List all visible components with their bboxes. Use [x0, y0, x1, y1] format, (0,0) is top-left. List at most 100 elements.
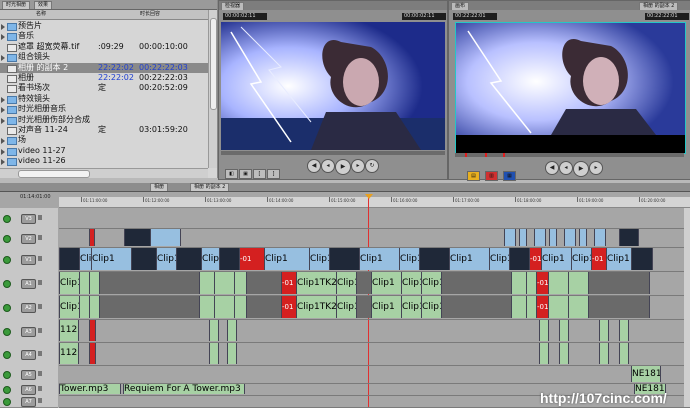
viewer-mark-clip-button[interactable]: ▣: [239, 169, 252, 179]
disclosure-triangle-icon[interactable]: [1, 24, 5, 30]
track-visibility-icon[interactable]: [3, 280, 11, 288]
marker-clip[interactable]: [89, 343, 96, 364]
video-thumbnail[interactable]: [631, 248, 653, 270]
column-duration[interactable]: 时长回容: [140, 10, 160, 19]
video-thumbnail[interactable]: [131, 248, 158, 270]
tab-effects[interactable]: 效果: [34, 1, 53, 9]
audio-clip[interactable]: Clip1: [401, 272, 423, 294]
viewer-mark-out-button[interactable]: ]: [267, 169, 280, 179]
audio-clip[interactable]: [588, 296, 650, 318]
audio-clip[interactable]: [548, 272, 570, 294]
browser-row[interactable]: 特效镜头: [0, 94, 208, 104]
disclosure-triangle-icon[interactable]: [1, 159, 5, 166]
track-label[interactable]: A2: [21, 303, 36, 313]
canvas-play-icon[interactable]: ▶: [573, 161, 589, 177]
audio-clip[interactable]: [619, 320, 629, 341]
video-clip[interactable]: Clip1: [399, 248, 421, 270]
canvas-overwrite-button[interactable]: ▥: [485, 171, 498, 181]
video-clip[interactable]: Clip1: [606, 248, 633, 270]
audio-clip[interactable]: Clip1: [336, 296, 358, 318]
viewer-mark-in-button[interactable]: [: [253, 169, 266, 179]
track-label[interactable]: A3: [21, 326, 36, 337]
audio-clip[interactable]: [588, 272, 650, 294]
audio-clip[interactable]: [559, 343, 569, 364]
video-thumbnail[interactable]: [419, 248, 451, 270]
track-lock-icon[interactable]: [38, 350, 42, 356]
tab-project[interactable]: 时光相册: [2, 1, 31, 9]
browser-row[interactable]: 预告片: [0, 21, 208, 31]
video-clip[interactable]: Clip1: [201, 248, 221, 270]
audio-clip[interactable]: [227, 320, 237, 341]
audio-clip[interactable]: [548, 296, 570, 318]
audio-clip[interactable]: [99, 296, 201, 318]
disclosure-triangle-icon[interactable]: [1, 107, 5, 114]
video-clip[interactable]: Clip1: [264, 248, 311, 270]
audio-clip[interactable]: [99, 272, 201, 294]
canvas-play-in-out-icon[interactable]: ◀: [545, 161, 559, 175]
video-thumbnail[interactable]: [59, 248, 81, 270]
disclosure-triangle-icon[interactable]: [1, 55, 5, 62]
tab-viewer[interactable]: 检视器: [221, 2, 245, 10]
track-visibility-icon[interactable]: [3, 304, 11, 312]
track-visibility-icon[interactable]: [3, 215, 11, 223]
track-visibility-icon[interactable]: [3, 350, 11, 359]
browser-row[interactable]: 相册 22:22:02 00:22:22:03: [0, 73, 208, 83]
canvas-scrubber[interactable]: [455, 153, 684, 157]
audio-clip[interactable]: Clip1TK2S0: [296, 272, 338, 294]
viewer-play-in-out-icon[interactable]: ◀: [307, 159, 321, 173]
track-label[interactable]: A5: [21, 370, 36, 380]
video-thumbnail[interactable]: [176, 248, 203, 270]
canvas-replace-button[interactable]: ▦: [503, 171, 516, 181]
tab-timeline-sequence[interactable]: 相册: [150, 183, 169, 191]
audio-clip[interactable]: 112: [59, 320, 79, 341]
audio-clip[interactable]: [214, 272, 236, 294]
timeline-ruler[interactable]: 01:11:00:00 01:12:00:00 01:13:00:00 01:14:0…: [59, 197, 690, 208]
audio-clip[interactable]: [619, 343, 629, 364]
video-thumbnail[interactable]: [124, 229, 151, 246]
audio-clip[interactable]: Tower.mp3: [59, 384, 121, 394]
browser-row[interactable]: 时光相册音乐: [0, 104, 208, 115]
canvas-prev-frame-icon[interactable]: ◂: [559, 161, 573, 175]
video-clip[interactable]: [519, 229, 527, 246]
track-visibility-icon[interactable]: [3, 234, 11, 243]
audio-clip[interactable]: [599, 343, 609, 364]
audio-clip[interactable]: Clip1: [421, 296, 443, 318]
audio-clip[interactable]: Clip1: [336, 272, 358, 294]
audio-clip[interactable]: [227, 343, 237, 364]
viewer-play-icon[interactable]: ▶: [335, 159, 351, 175]
tab-canvas[interactable]: 画布: [451, 2, 470, 10]
audio-clip[interactable]: [209, 343, 219, 364]
scroll-thumb-horizontal[interactable]: [18, 170, 90, 178]
audio-clip[interactable]: Clip1: [59, 296, 81, 318]
audio-clip[interactable]: [568, 296, 590, 318]
video-clip[interactable]: [594, 229, 606, 246]
browser-vertical-scrollbar[interactable]: [208, 10, 217, 168]
browser-row[interactable]: 音乐: [0, 31, 208, 42]
track-label[interactable]: A1: [21, 279, 36, 289]
video-clip[interactable]: Clip1: [91, 248, 133, 270]
video-thumbnail[interactable]: [219, 248, 241, 270]
browser-row[interactable]: video 11-27: [0, 146, 208, 156]
viewer-scrubber[interactable]: [221, 151, 445, 155]
track-visibility-icon[interactable]: [3, 398, 11, 406]
track-visibility-icon[interactable]: [3, 256, 11, 264]
canvas-next-frame-icon[interactable]: ▸: [589, 161, 603, 175]
audio-clip[interactable]: [539, 320, 549, 341]
video-clip[interactable]: Clip1: [571, 248, 593, 270]
track-lock-icon[interactable]: [38, 304, 42, 309]
track-lock-icon[interactable]: [38, 327, 42, 333]
disclosure-triangle-icon[interactable]: [1, 117, 5, 124]
viewer-prev-frame-icon[interactable]: ◂: [321, 159, 335, 173]
timeline-timecode[interactable]: 01:14:01:00: [20, 194, 56, 203]
audio-clip[interactable]: [214, 296, 236, 318]
audio-clip[interactable]: Clip1: [371, 296, 403, 318]
track-lock-icon[interactable]: [38, 386, 42, 391]
video-clip[interactable]: [564, 229, 576, 246]
audio-clip[interactable]: [559, 320, 569, 341]
browser-row[interactable]: 相册 的副本 2 22:22:02 00:22:22:03: [0, 62, 208, 73]
audio-clip[interactable]: NE181: [631, 366, 661, 382]
audio-clip[interactable]: [209, 320, 219, 341]
video-clip[interactable]: [579, 229, 587, 246]
track-label[interactable]: V2: [21, 233, 36, 244]
track-label[interactable]: A7: [21, 397, 36, 407]
